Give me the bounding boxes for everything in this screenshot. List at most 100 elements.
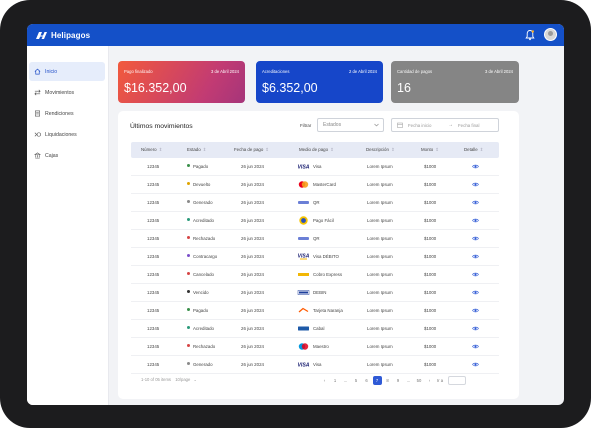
cell-estado: Pagado (187, 164, 208, 169)
sidebar-item-liquidaciones[interactable]: Liquidaciones (29, 125, 105, 144)
app-screen: Helipagos Inicio Movimientos Rendiciones (27, 24, 564, 405)
pagination-ellipsis: ... (406, 377, 411, 383)
sidebar-item-rendiciones[interactable]: Rendiciones (29, 104, 105, 123)
cell-fecha: 26 jun 2024 (241, 164, 264, 169)
table-row[interactable]: 12345 Acreditado 26 jun 2024 Pago Fácil Lore… (131, 212, 499, 230)
card-amount: 16 (397, 81, 411, 95)
view-detail-eye-icon[interactable] (472, 325, 479, 332)
sidebar-item-label: Inicio (45, 68, 58, 75)
page-button[interactable]: 6 (362, 376, 371, 385)
pagination-ellipsis: ... (343, 377, 348, 383)
status-text: Cancelado (193, 272, 214, 277)
estado-select[interactable]: Estados (317, 118, 384, 132)
view-detail-eye-icon[interactable] (472, 343, 479, 350)
column-header-numero[interactable]: Número ⇕ (141, 147, 162, 153)
sidebar-item-cajas[interactable]: Cajas (29, 146, 105, 165)
page-button[interactable]: 8 (383, 376, 392, 385)
column-header-estado[interactable]: Estado ⇕ (187, 147, 206, 153)
page-button[interactable]: 7 (372, 375, 382, 385)
prev-page-button[interactable]: ‹ (320, 376, 329, 385)
table-row[interactable]: 12345 Devuelto 26 jun 2024 MasterCard Lorem … (131, 176, 499, 194)
column-header-fecha[interactable]: Fecha de pago ⇕ (234, 147, 269, 153)
sidebar-item-label: Rendiciones (45, 110, 74, 117)
top-bar: Helipagos (27, 24, 564, 46)
table-row[interactable]: 12345 Generado 26 jun 2024 QR Lorem Ipsum $10… (131, 194, 499, 212)
cell-numero: 12345 (147, 236, 160, 241)
cell-estado: Cancelado (187, 272, 214, 277)
cell-fecha: 26 jun 2024 (241, 272, 264, 277)
notification-bell-icon[interactable] (525, 29, 535, 41)
status-dot (187, 218, 190, 222)
pagination-summary-area: 1-10 of 05 items 10/page ⌄ (141, 377, 197, 382)
table-row[interactable]: 12345 Generado 26 jun 2024 VISA Visa Lorem Ip… (131, 356, 499, 374)
view-detail-eye-icon[interactable] (472, 253, 479, 260)
page-size-select[interactable]: 10/page (175, 377, 190, 382)
chevron-down-icon: ⌄ (193, 377, 198, 382)
column-header-medio[interactable]: Medio de pago ⇕ (299, 147, 334, 153)
payment-brand-icon (297, 180, 310, 189)
column-header-descripcion[interactable]: Descripción ⇕ (366, 147, 395, 153)
sidebar-item-movimientos[interactable]: Movimientos (29, 83, 105, 102)
view-detail-eye-icon[interactable] (472, 307, 479, 314)
view-detail-eye-icon[interactable] (472, 289, 479, 296)
table-row[interactable]: 12345 Vencido 26 jun 2024 DEBIN Lorem Ipsum $… (131, 284, 499, 302)
table-row[interactable]: 12345 Contracargo 26 jun 2024 VISA Visa DÉBI… (131, 248, 499, 266)
cell-numero: 12345 (147, 218, 160, 223)
cell-estado: Rechazado (187, 344, 215, 349)
app-logo[interactable]: Helipagos (35, 29, 90, 41)
cell-estado: Devuelto (187, 182, 210, 187)
table-row[interactable]: 12345 Cancelado 26 jun 2024 Cobro Express Lo… (131, 266, 499, 284)
cell-medio: Visa (313, 362, 322, 367)
cell-medio: Pago Fácil (313, 218, 334, 223)
page-button[interactable]: 9 (394, 376, 403, 385)
sort-icon: ⇕ (435, 147, 439, 152)
page-button[interactable]: 5 (352, 376, 361, 385)
status-dot (187, 326, 190, 330)
arrow-right-icon: → (448, 122, 453, 128)
sidebar-item-inicio[interactable]: Inicio (29, 62, 105, 81)
view-detail-eye-icon[interactable] (472, 361, 479, 368)
status-dot (187, 272, 190, 276)
card-label: Cantidad de pagos (397, 69, 433, 74)
cell-fecha: 26 jun 2024 (241, 308, 264, 313)
table-row[interactable]: 12345 Pagado 26 jun 2024 Tarjeta Naranja Lor… (131, 302, 499, 320)
calendar-icon (397, 122, 403, 128)
column-header-detalle[interactable]: Detalle ⇕ (464, 147, 483, 153)
view-detail-eye-icon[interactable] (472, 163, 479, 170)
column-header-monto[interactable]: Monto ⇕ (421, 147, 439, 153)
next-page-button[interactable]: › (425, 376, 434, 385)
page-button[interactable]: 1 (331, 376, 340, 385)
view-detail-eye-icon[interactable] (472, 235, 479, 242)
cell-monto: $1000 (424, 164, 437, 169)
table-row[interactable]: 12345 Acreditado 26 jun 2024 Cabal Lorem Ips… (131, 320, 499, 338)
cell-monto: $1000 (424, 182, 437, 187)
cell-estado: Acreditado (187, 218, 214, 223)
cell-medio: Visa (313, 164, 322, 169)
date-end-field[interactable]: Fecha final (458, 123, 479, 128)
cell-numero: 12345 (147, 200, 160, 205)
view-detail-eye-icon[interactable] (472, 271, 479, 278)
view-detail-eye-icon[interactable] (472, 217, 479, 224)
sort-icon: ⇕ (202, 147, 207, 152)
page-button[interactable]: 50 (415, 376, 424, 385)
chevron-down-icon (374, 123, 379, 127)
cell-medio: Cobro Express (313, 272, 343, 277)
view-detail-eye-icon[interactable] (472, 181, 479, 188)
table-row[interactable]: 12345 Rechazado 26 jun 2024 Maestro Lorem Ip… (131, 338, 499, 356)
cell-descripcion: Lorem Ipsum (367, 164, 393, 169)
cell-estado: Generado (187, 362, 213, 367)
status-text: Acreditado (193, 326, 214, 331)
user-avatar[interactable] (544, 28, 557, 41)
payment-brand-icon: VISA (297, 252, 310, 261)
goto-page-input[interactable] (448, 375, 466, 385)
table-row[interactable]: 12345 Rechazado 26 jun 2024 QR Lorem Ipsum $1… (131, 230, 499, 248)
sort-icon: ⇕ (265, 147, 269, 152)
cell-medio: DEBIN (313, 290, 327, 295)
date-start-field[interactable]: Fecha inicio (408, 123, 431, 128)
cell-descripcion: Lorem Ipsum (367, 344, 393, 349)
date-range-picker[interactable]: Fecha inicio → Fecha final (391, 118, 499, 132)
cell-numero: 12345 (147, 344, 160, 349)
sort-icon: ⇕ (330, 147, 334, 152)
view-detail-eye-icon[interactable] (472, 199, 479, 206)
table-row[interactable]: 12345 Pagado 26 jun 2024 VISA Visa Lorem Ipsu… (131, 158, 499, 176)
